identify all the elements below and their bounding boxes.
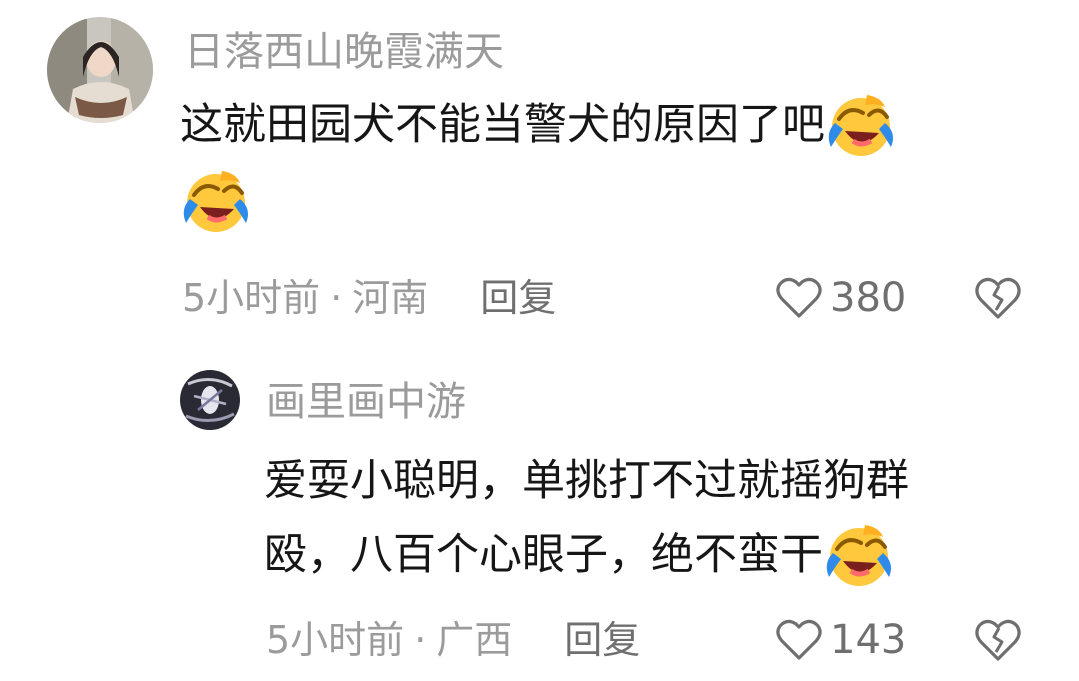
comment-text: 爱耍小聪明，单挑打不过就摇狗群 殴，八百个心眼子，绝不蛮干	[264, 444, 1054, 593]
timestamp: 5小时前	[266, 618, 405, 662]
comment-text-line: 殴，八百个心眼子，绝不蛮干	[264, 530, 823, 580]
comment-item: 日落西山晚霞满天 这就田园犬不能当警犬的原因了吧 5小时前 · 河南 回复 38…	[0, 0, 1079, 340]
user-avatar[interactable]	[47, 17, 153, 123]
laughing-crying-emoji-icon	[825, 89, 895, 159]
username[interactable]: 画里画中游	[266, 376, 466, 428]
separator: ·	[330, 276, 343, 320]
location: 广西	[436, 618, 513, 662]
like-count: 143	[830, 617, 907, 663]
timestamp: 5小时前	[182, 276, 321, 320]
laughing-crying-emoji-icon	[823, 519, 893, 589]
like-count: 380	[830, 275, 907, 321]
broken-heart-icon	[975, 619, 1021, 661]
comment-text: 这就田园犬不能当警犬的原因了吧	[180, 88, 1040, 237]
heart-outline-icon	[776, 277, 822, 318]
reply-comment-item: 画里画中游 爱耍小聪明，单挑打不过就摇狗群 殴，八百个心眼子，绝不蛮干 5小时前…	[0, 340, 1079, 681]
reply-button[interactable]: 回复	[480, 272, 556, 324]
user-avatar[interactable]	[180, 370, 240, 430]
like-button[interactable]: 380	[776, 272, 906, 324]
comment-meta: 5小时前 · 河南 回复	[182, 272, 556, 324]
separator: ·	[414, 618, 427, 662]
dislike-button[interactable]	[974, 276, 1022, 324]
comment-meta: 5小时前 · 广西 回复	[266, 614, 640, 666]
comment-text-line: 这就田园犬不能当警犬的原因了吧	[180, 100, 825, 150]
broken-heart-icon	[975, 277, 1021, 319]
laughing-crying-emoji-icon	[180, 165, 250, 235]
location: 河南	[352, 276, 429, 320]
like-button[interactable]: 143	[776, 614, 906, 666]
heart-outline-icon	[776, 619, 822, 660]
comment-text-line: 爱耍小聪明，单挑打不过就摇狗群	[264, 456, 909, 506]
username[interactable]: 日落西山晚霞满天	[184, 26, 504, 78]
dislike-button[interactable]	[974, 618, 1022, 666]
reply-button[interactable]: 回复	[564, 614, 640, 666]
